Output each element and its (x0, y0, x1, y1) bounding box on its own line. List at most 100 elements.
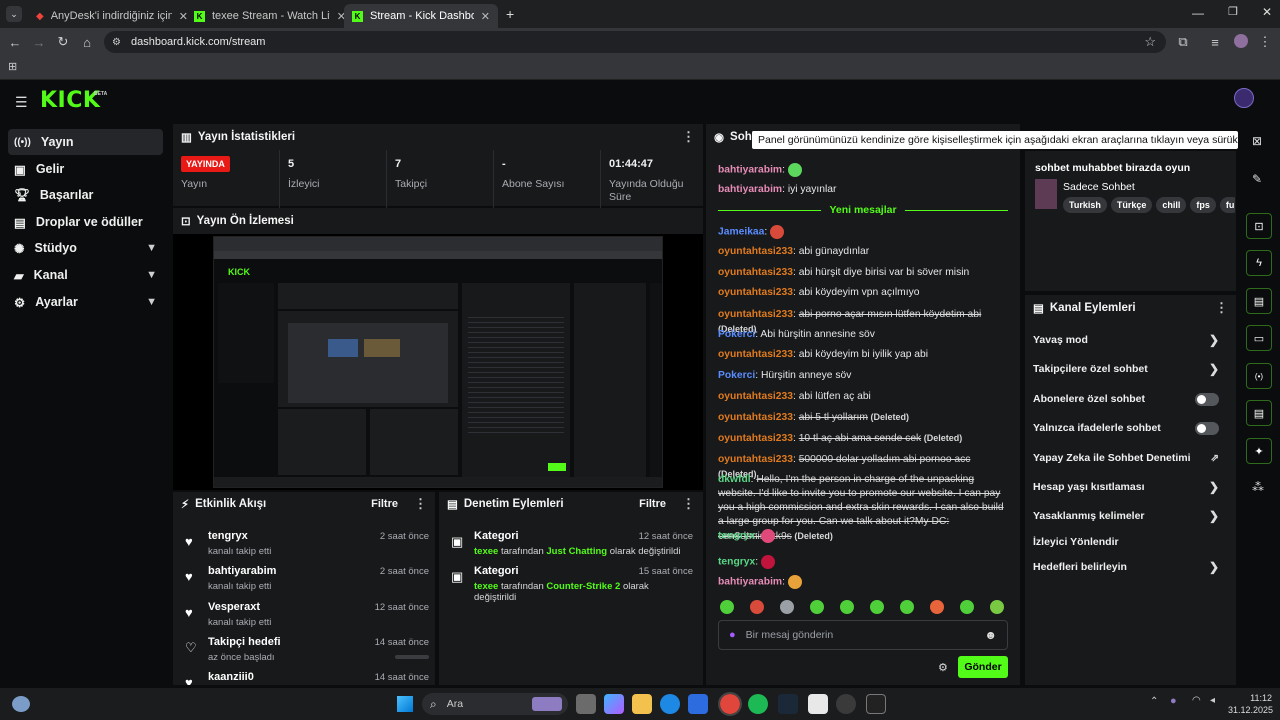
chat-message[interactable]: oyuntahtasi233: abi 5 tl yollarım (Delet… (718, 410, 1008, 425)
forward-icon[interactable]: → (28, 28, 50, 56)
apps-grid-icon[interactable]: ⊞ (8, 60, 17, 73)
panel-menu-icon[interactable]: ⋮ (1215, 300, 1228, 316)
chat-message[interactable]: bahtiyarabim: (718, 163, 1008, 178)
chat-message[interactable]: Jameikaa: (718, 225, 1008, 240)
chat-settings-icon[interactable]: ⚙ (938, 661, 948, 674)
quick-emote-icon[interactable] (750, 600, 764, 614)
menu-dots-icon[interactable]: ⋮ (1254, 28, 1276, 56)
chat-username[interactable]: Jameikaa (718, 227, 764, 238)
tab-search-button[interactable]: ⌄ (6, 6, 22, 22)
reload-icon[interactable]: ↻ (52, 28, 74, 56)
user-avatar[interactable] (1234, 88, 1254, 108)
spotify-icon[interactable] (748, 694, 768, 714)
quick-emote-icon[interactable] (900, 600, 914, 614)
action-goals[interactable]: Hedefleri belirleyin ❯ (1033, 557, 1219, 577)
action-host-redirect[interactable]: İzleyici Yönlendir (1033, 532, 1219, 552)
volume-icon[interactable]: ◂ (1210, 695, 1215, 706)
chat-username[interactable]: dkwfdl (718, 474, 751, 485)
profile-avatar[interactable] (1234, 34, 1248, 48)
weather-icon[interactable] (12, 696, 30, 712)
widget-moderation-button[interactable]: ▤ (1246, 400, 1272, 426)
file-explorer-icon[interactable] (632, 694, 652, 714)
edit-pencil-icon[interactable]: ✎ (1252, 172, 1262, 186)
bookmark-star-icon[interactable]: ☆ (1144, 34, 1156, 50)
store-icon[interactable] (688, 694, 708, 714)
send-button[interactable]: Gönder (958, 656, 1008, 678)
widget-chat-button[interactable]: ▭ (1246, 325, 1272, 351)
chat-message[interactable]: oyuntahtasi233: abi hürşit diye birisi v… (718, 266, 1008, 280)
chat-message[interactable]: oyuntahtasi233: abi lütfen aç abi (718, 390, 1008, 404)
sidebar-item-studyo[interactable]: ✺ Stüdyo ▼ (8, 235, 163, 261)
filter-button[interactable]: Filtre (639, 498, 666, 510)
sidebar-item-basarilar[interactable]: 🏆︎ Başarılar (8, 182, 163, 208)
edge-icon[interactable] (660, 694, 680, 714)
hamburger-menu-icon[interactable]: ☰ (15, 94, 28, 111)
home-icon[interactable]: ⌂ (76, 28, 98, 56)
sidebar-item-kanal[interactable]: ▰ Kanal ▼ (8, 262, 163, 288)
panel-menu-icon[interactable]: ⋮ (682, 496, 695, 512)
action-ai-moderation[interactable]: Yapay Zeka ile Sohbet Denetimi ⇗ (1033, 448, 1219, 468)
chat-message[interactable]: Pokerci: Abi hürşitin annesine söv (718, 328, 1008, 342)
quick-emote-icon[interactable] (720, 600, 734, 614)
quick-emote-icon[interactable] (780, 600, 794, 614)
action-slow-mode[interactable]: Yavaş mod ❯ (1033, 330, 1219, 350)
chat-message[interactable]: Pokerci: Hürşitin anneye söv (718, 369, 1008, 383)
widget-notes-button[interactable]: ▤ (1246, 288, 1272, 314)
task-view-icon[interactable] (576, 694, 596, 714)
sidebar-item-droplar[interactable]: ▤ Droplar ve ödüller (8, 209, 163, 235)
extensions-icon[interactable]: ⧉ (1172, 28, 1194, 56)
back-icon[interactable]: ← (4, 28, 26, 56)
widget-activity-button[interactable]: ϟ (1246, 250, 1272, 276)
window-close-button[interactable]: ✕ (1262, 5, 1272, 19)
action-followers-only[interactable]: Takipçilere özel sohbet ❯ (1033, 359, 1219, 379)
clock[interactable]: 11:12 31.12.2025 (1228, 692, 1273, 716)
action-account-age[interactable]: Hesap yaşı kısıtlaması ❯ (1033, 477, 1219, 497)
quick-emote-icon[interactable] (840, 600, 854, 614)
taskbar-search[interactable]: ⌕ Ara (422, 693, 568, 715)
chat-message[interactable]: oyuntahtasi233: 10 tl aç abi ama sende c… (718, 431, 1008, 446)
panel-menu-icon[interactable]: ⋮ (414, 496, 427, 512)
chat-message[interactable]: tengryx: (718, 555, 1008, 570)
chat-username[interactable]: oyuntahtasi233 (718, 349, 793, 360)
quick-emote-icon[interactable] (930, 600, 944, 614)
chat-username[interactable]: tengryx (718, 531, 755, 542)
preview-video[interactable]: KICK (173, 234, 703, 490)
chat-username[interactable]: oyuntahtasi233 (718, 309, 793, 320)
browser-tab-anydesk[interactable]: ◆ AnyDesk'i indirdiğiniz için teşekk ✕ (28, 4, 196, 28)
restore-button[interactable]: ❐ (1228, 5, 1238, 18)
close-tab-icon[interactable]: ✕ (481, 10, 490, 23)
chat-username[interactable]: oyuntahtasi233 (718, 287, 793, 298)
chat-username[interactable]: bahtiyarabim (718, 165, 782, 176)
quick-emote-icon[interactable] (870, 600, 884, 614)
layout-help-icon[interactable]: ⊠ (1252, 134, 1262, 148)
chat-username[interactable]: Pokerci (718, 370, 755, 381)
more-widgets-icon[interactable]: ⁂ (1252, 480, 1264, 494)
sidebar-item-gelir[interactable]: ▣ Gelir (8, 156, 163, 182)
chat-message[interactable]: oyuntahtasi233: abi köydeyim bi iyilik y… (718, 348, 1008, 362)
chat-username[interactable]: oyuntahtasi233 (718, 454, 793, 465)
subscribers-only-toggle[interactable] (1195, 392, 1219, 406)
copilot-icon[interactable] (604, 694, 624, 714)
site-info-icon[interactable]: ⚙ (112, 37, 121, 48)
quick-emote-icon[interactable] (960, 600, 974, 614)
quick-emote-icon[interactable] (990, 600, 1004, 614)
chat-message[interactable]: bahtiyarabim: iyi yayınlar (718, 183, 1008, 197)
widget-broadcast-button[interactable]: (•) (1246, 363, 1272, 389)
chat-message[interactable]: oyuntahtasi233: abi günaydınlar (718, 245, 1008, 259)
windows-start-icon[interactable] (397, 696, 413, 712)
steam-icon[interactable] (778, 694, 798, 714)
chat-username[interactable]: oyuntahtasi233 (718, 391, 793, 402)
widget-stats-button[interactable]: ⊡ (1246, 213, 1272, 239)
action-banned-words[interactable]: Yasaklanmış kelimeler ❯ (1033, 506, 1219, 526)
chat-username[interactable]: Pokerci (718, 329, 755, 340)
mic-tray-icon[interactable]: ● (1170, 695, 1177, 707)
browser-tab-dashboard[interactable]: K Stream - Kick Dashboard ✕ (344, 4, 498, 28)
chat-username[interactable]: bahtiyarabim (718, 577, 782, 588)
sidebar-item-yayin[interactable]: ((•)) Yayın (8, 129, 163, 155)
browser-tab-texee[interactable]: K texee Stream - Watch Live on Ki ✕ (186, 4, 354, 28)
chat-input[interactable]: ● Bir mesaj gönderin ☻ (718, 620, 1008, 650)
panel-menu-icon[interactable]: ⋮ (682, 129, 695, 145)
chat-username[interactable]: oyuntahtasi233 (718, 433, 793, 444)
chat-message[interactable]: oyuntahtasi233: abi köydeyim vpn açılmıy… (718, 286, 1008, 300)
chat-message[interactable]: bahtiyarabim: (718, 575, 1008, 590)
